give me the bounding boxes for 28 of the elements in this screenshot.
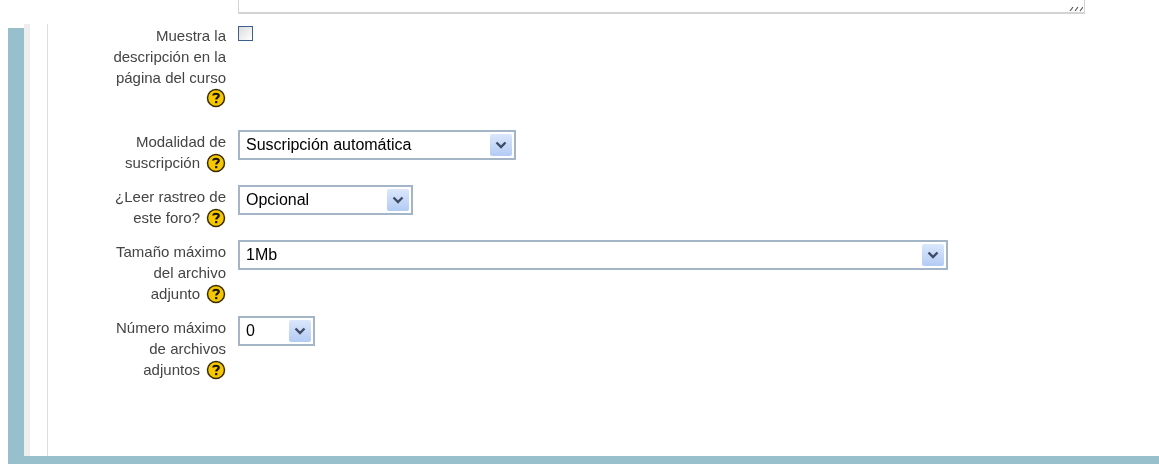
chevron-down-icon [922,244,944,266]
field-label: ¿Leer rastreo de [115,187,226,207]
field-label: de archivos [149,339,226,359]
field-label: página del curso [115,68,226,88]
resize-grip-icon [1069,6,1083,12]
field-label: Número máximo [115,318,226,338]
chevron-down-icon [490,134,512,156]
dropdown[interactable]: Suscripción automática [238,130,516,160]
field-label: suscripción [124,153,200,173]
help-icon[interactable] [206,359,226,380]
field-label: adjunto [150,284,200,304]
field-label: Modalidad de [135,132,226,152]
field-label: Muestra la [155,26,226,46]
dropdown[interactable]: 0 [238,316,315,346]
field-label: descripción en la [113,47,226,67]
dropdown[interactable]: 1Mb [238,240,948,270]
help-icon[interactable] [206,207,226,228]
help-icon[interactable] [206,88,226,108]
checkbox[interactable] [238,26,253,41]
field-label: este foro? [133,208,200,228]
field-label: adjuntos [143,360,200,380]
field-label: Tamaño máximo [115,242,226,262]
chevron-down-icon [387,189,409,211]
chevron-down-icon [289,320,311,342]
help-icon[interactable] [206,283,226,304]
help-icon[interactable] [206,152,226,173]
dropdown[interactable]: Opcional [238,185,413,215]
field-label: del archivo [153,263,226,283]
